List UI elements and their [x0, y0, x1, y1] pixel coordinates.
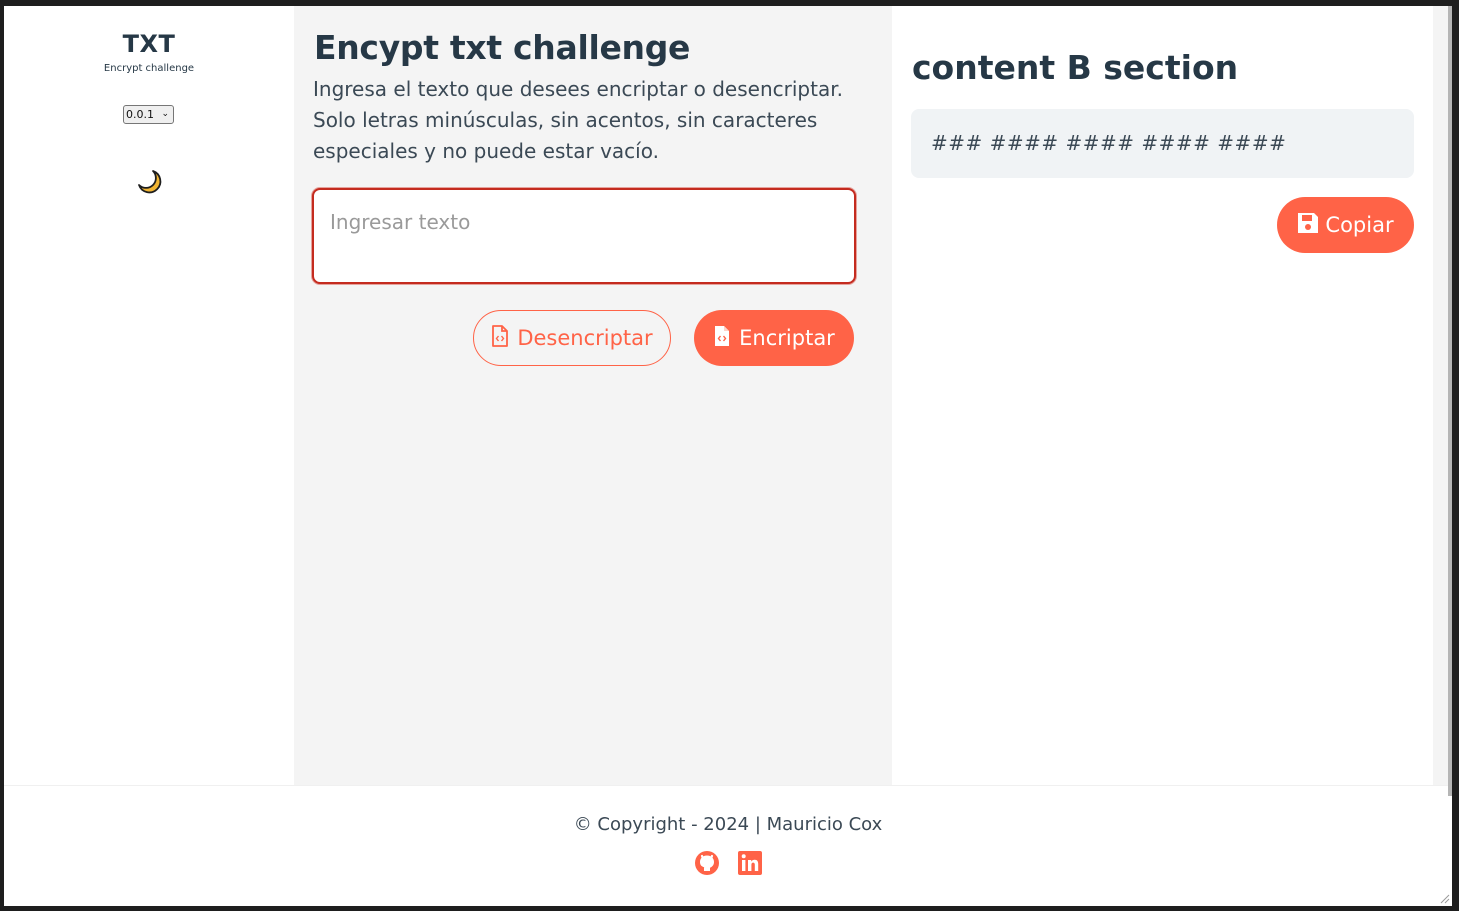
page-title: Encypt txt challenge	[314, 28, 691, 67]
text-input[interactable]	[312, 188, 856, 284]
social-links	[694, 850, 764, 876]
output-text: ### #### #### #### ####	[911, 109, 1414, 178]
chevron-down-icon: ⌄	[161, 109, 169, 119]
encrypt-button[interactable]: Encriptar	[694, 310, 854, 366]
github-icon[interactable]	[694, 850, 720, 876]
file-code-icon	[491, 324, 509, 352]
copy-button[interactable]: Copiar	[1277, 197, 1414, 253]
linkedin-icon[interactable]	[737, 850, 763, 876]
decrypt-button[interactable]: Desencriptar	[473, 310, 671, 366]
version-select[interactable]: 0.0.1 ⌄	[123, 105, 174, 124]
file-code-icon	[713, 325, 731, 352]
version-value: 0.0.1	[126, 108, 154, 121]
resize-grip-icon[interactable]	[1438, 892, 1450, 904]
save-icon	[1297, 212, 1319, 239]
app-window: TXT Encrypt challenge 0.0.1 ⌄ Encypt txt…	[4, 6, 1452, 906]
footer: © Copyright - 2024 | Mauricio Cox	[4, 785, 1452, 906]
section-title: content B section	[912, 48, 1239, 87]
content-a-section: Encypt txt challenge Ingresa el texto qu…	[294, 6, 892, 785]
brand-title: TXT	[122, 30, 176, 58]
copyright-text: © Copyright - 2024 | Mauricio Cox	[573, 814, 883, 835]
content-b-section: content B section ### #### #### #### ###…	[892, 24, 1433, 785]
encrypt-label: Encriptar	[739, 326, 835, 350]
instructions-text: Ingresa el texto que desees encriptar o …	[313, 77, 843, 163]
moon-icon[interactable]	[134, 166, 164, 196]
sidebar: TXT Encrypt challenge 0.0.1 ⌄	[4, 6, 294, 785]
copy-label: Copiar	[1325, 213, 1394, 237]
scrollbar[interactable]	[1448, 6, 1452, 796]
decrypt-label: Desencriptar	[517, 326, 653, 350]
brand-subtitle: Encrypt challenge	[103, 63, 195, 74]
